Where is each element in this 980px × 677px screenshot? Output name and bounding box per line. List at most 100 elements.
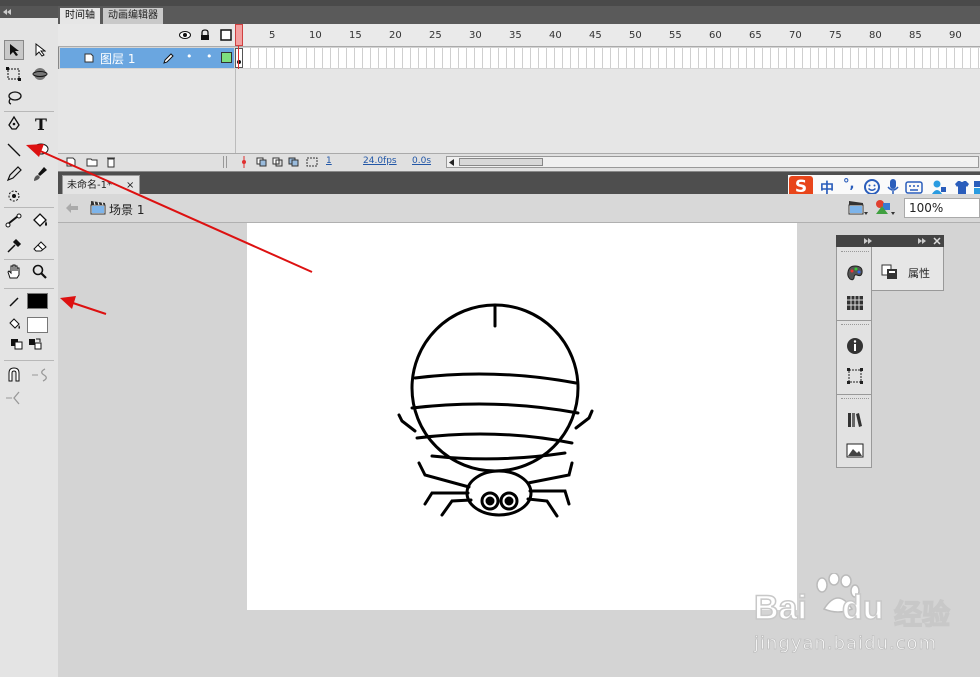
outline-icon[interactable]	[220, 29, 232, 41]
timeline-layer-row[interactable]: 图层 1 • •	[58, 48, 980, 68]
default-colors-icon[interactable]	[8, 336, 26, 352]
ruler-frame-number: 60	[709, 30, 722, 41]
eraser-tool-icon[interactable]	[30, 236, 50, 256]
panel-header[interactable]	[836, 235, 944, 247]
selection-tool-icon[interactable]	[4, 40, 24, 60]
baidu-jingyan-watermark: Bai du 经验 jingyan.baidu.com	[748, 567, 980, 677]
fill-color-bucket-icon	[6, 314, 24, 334]
tab-motion-editor[interactable]: 动画编辑器	[103, 8, 163, 24]
watermark-jingyan: 经验	[893, 597, 951, 631]
info-icon[interactable]	[846, 337, 864, 355]
snap-to-objects-icon[interactable]	[4, 365, 24, 385]
library-books-icon[interactable]	[846, 411, 864, 429]
tab-timeline[interactable]: 时间轴	[60, 8, 100, 24]
lock-dot[interactable]: •	[206, 50, 213, 63]
fill-color-swatch[interactable]	[27, 317, 48, 333]
ime-punctuation[interactable]: °,	[843, 177, 854, 192]
tools-panel: T	[0, 6, 59, 677]
modify-onion-markers-icon[interactable]	[306, 157, 318, 167]
microphone-icon[interactable]	[887, 179, 899, 195]
brush-tool-icon[interactable]	[30, 164, 50, 184]
floating-panel: 属性	[836, 235, 944, 468]
onion-outline-icon[interactable]	[272, 157, 284, 167]
expand-panels-icon[interactable]	[918, 238, 926, 244]
smooth-icon[interactable]	[30, 365, 50, 385]
text-tool-icon[interactable]: T	[30, 114, 50, 134]
current-frame[interactable]: 1	[326, 156, 332, 166]
swap-colors-icon[interactable]	[26, 336, 44, 352]
deco-tool-icon[interactable]	[4, 186, 24, 206]
close-icon[interactable]: ×	[126, 176, 134, 195]
edit-multiple-frames-icon[interactable]	[288, 157, 300, 167]
layer-selection[interactable]: 图层 1 • •	[60, 48, 234, 68]
panel-grip	[841, 251, 869, 255]
elapsed-time[interactable]: 0.0s	[412, 156, 431, 166]
playhead-handle[interactable]	[235, 24, 243, 46]
keyboard-icon[interactable]	[905, 179, 923, 195]
onion-skin-icon[interactable]	[256, 157, 268, 167]
pencil-icon	[163, 53, 174, 64]
back-arrow-icon[interactable]	[66, 203, 78, 213]
straighten-icon[interactable]	[4, 388, 24, 408]
toolbox-icon[interactable]	[974, 179, 980, 195]
stroke-color-swatch[interactable]	[27, 293, 48, 309]
user-icon[interactable]	[931, 179, 947, 195]
frame-ruler[interactable]: 151015202530354045505560657075808590	[235, 24, 980, 46]
collapse-icon[interactable]	[3, 9, 11, 15]
stage-canvas[interactable]	[247, 223, 797, 610]
left-upper-leg	[397, 413, 417, 433]
color-palette-icon[interactable]	[846, 264, 864, 282]
close-panel-icon[interactable]	[933, 237, 941, 245]
tools-panel-header[interactable]	[0, 6, 58, 18]
paint-bucket-tool-icon[interactable]	[30, 211, 50, 231]
tools-separator	[4, 360, 54, 361]
body-stripe	[413, 372, 578, 385]
scene-label[interactable]: 场景 1	[109, 201, 144, 218]
components-image-icon[interactable]	[846, 441, 864, 459]
eyedropper-tool-icon[interactable]	[4, 236, 24, 256]
emoji-icon[interactable]	[864, 179, 880, 195]
eye-icon[interactable]	[179, 30, 191, 40]
outline-color-swatch[interactable]	[221, 52, 232, 63]
new-folder-icon[interactable]	[86, 157, 98, 167]
swatches-grid-icon[interactable]	[846, 294, 864, 312]
bug-body	[410, 303, 580, 473]
timeline-scrollbar[interactable]	[446, 156, 979, 168]
zoom-input[interactable]: 100%	[904, 198, 980, 218]
transform-icon[interactable]	[846, 367, 864, 385]
visibility-dot[interactable]: •	[186, 50, 193, 63]
center-frame-icon[interactable]	[241, 156, 247, 168]
expand-icon[interactable]	[864, 238, 872, 244]
edit-symbols-icon[interactable]	[874, 198, 896, 218]
lasso-tool-icon[interactable]	[4, 88, 24, 108]
new-layer-icon[interactable]	[66, 157, 76, 167]
ruler-frame-number: 65	[749, 30, 762, 41]
3d-rotation-tool-icon[interactable]	[30, 64, 50, 84]
delete-layer-icon[interactable]	[106, 156, 116, 168]
lock-icon[interactable]	[200, 29, 210, 41]
pencil-tool-icon[interactable]	[4, 164, 24, 184]
skin-shirt-icon[interactable]	[954, 179, 970, 195]
oval-tool-icon[interactable]	[30, 140, 50, 160]
frame-rate[interactable]: 24.0fps	[363, 156, 397, 166]
layer-name[interactable]: 图层 1	[100, 50, 135, 67]
properties-tab[interactable]: 属性	[872, 247, 944, 291]
line-tool-icon[interactable]	[4, 140, 24, 160]
panel-icon-column	[836, 247, 872, 468]
leg	[423, 491, 470, 506]
subselection-tool-icon[interactable]	[30, 40, 50, 60]
right-pupil	[504, 496, 514, 506]
pen-tool-icon[interactable]	[4, 114, 24, 134]
hand-tool-icon[interactable]	[4, 262, 24, 282]
bone-tool-icon[interactable]	[4, 211, 24, 231]
ruler-frame-number: 75	[829, 30, 842, 41]
watermark-brand: Bai	[753, 588, 807, 628]
document-tab[interactable]: 未命名-1* ×	[62, 175, 140, 194]
scroll-left-icon[interactable]	[449, 159, 455, 166]
edit-scene-icon[interactable]	[848, 199, 868, 217]
free-transform-tool-icon[interactable]	[4, 64, 24, 84]
zoom-tool-icon[interactable]	[30, 262, 50, 282]
keyframe-1[interactable]	[235, 48, 243, 68]
frame-cells[interactable]	[235, 48, 980, 68]
scrollbar-thumb[interactable]	[459, 158, 543, 166]
